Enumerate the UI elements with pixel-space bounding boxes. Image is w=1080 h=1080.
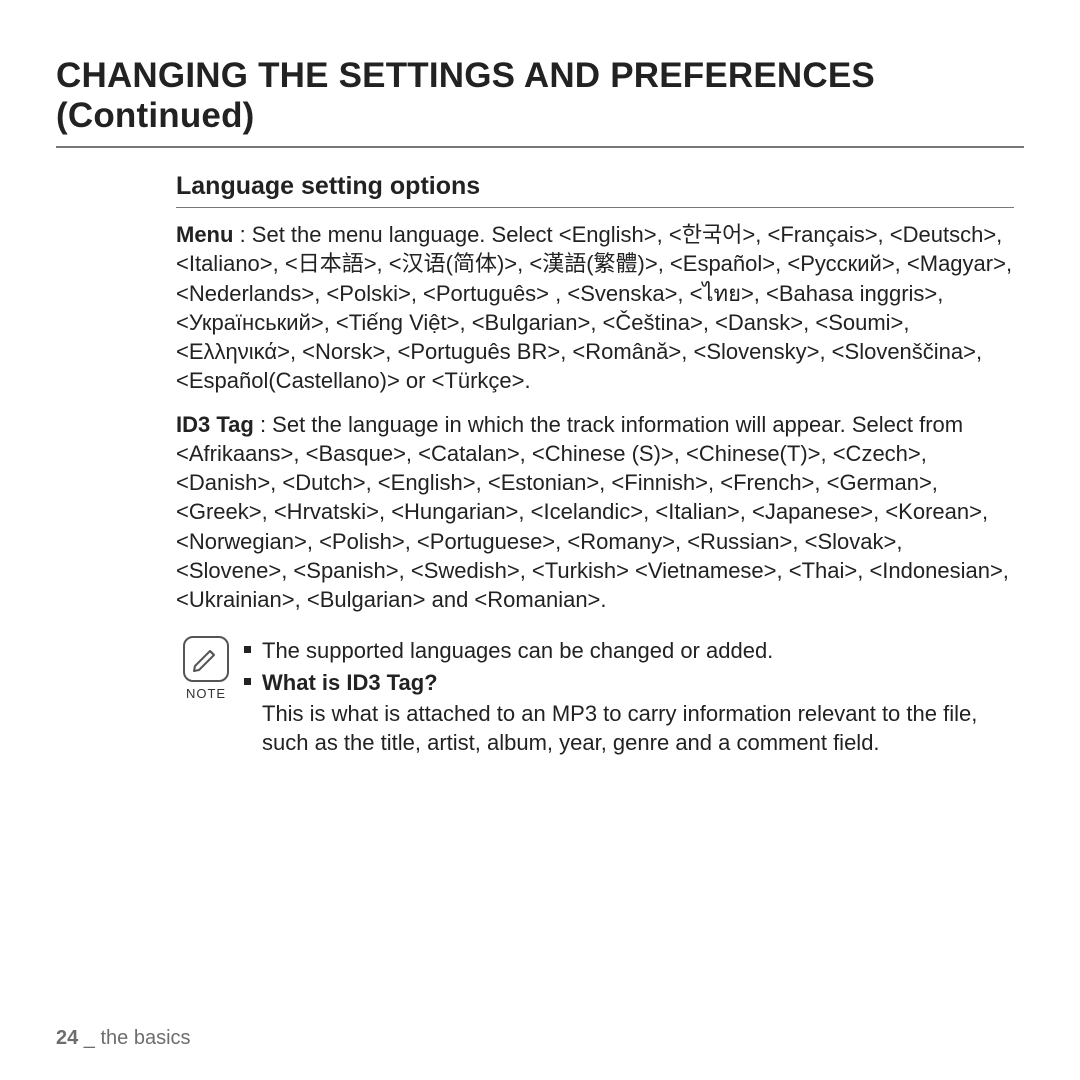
- pencil-note-icon: [183, 636, 229, 682]
- note-question: What is ID3 Tag?: [262, 670, 438, 695]
- note-block: NOTE The supported languages can be chan…: [176, 636, 1014, 757]
- note-bullet-supported-languages: The supported languages can be changed o…: [244, 636, 1014, 665]
- id3-body: : Set the language in which the track in…: [176, 412, 1009, 613]
- content-section: Language setting options Menu : Set the …: [176, 172, 1014, 757]
- page-title: CHANGING THE SETTINGS AND PREFERENCES (C…: [56, 56, 1024, 148]
- note-bullet-what-is-id3: What is ID3 Tag?: [244, 668, 1014, 697]
- note-icon-column: NOTE: [176, 636, 236, 701]
- note-label: NOTE: [176, 686, 236, 701]
- menu-label: Menu: [176, 222, 233, 247]
- footer-section-name: the basics: [101, 1027, 191, 1049]
- manual-page: CHANGING THE SETTINGS AND PREFERENCES (C…: [0, 0, 1080, 1080]
- note-answer: This is what is attached to an MP3 to ca…: [262, 699, 1014, 758]
- id3-label: ID3 Tag: [176, 412, 254, 437]
- footer-separator: _: [78, 1027, 100, 1049]
- page-number: 24: [56, 1027, 78, 1049]
- subheading-language-options: Language setting options: [176, 172, 1014, 208]
- page-footer: 24 _ the basics: [56, 1027, 191, 1050]
- menu-paragraph: Menu : Set the menu language. Select <En…: [176, 220, 1014, 396]
- note-body: The supported languages can be changed o…: [236, 636, 1014, 757]
- id3-paragraph: ID3 Tag : Set the language in which the …: [176, 410, 1014, 615]
- menu-body: : Set the menu language. Select <English…: [176, 222, 1012, 393]
